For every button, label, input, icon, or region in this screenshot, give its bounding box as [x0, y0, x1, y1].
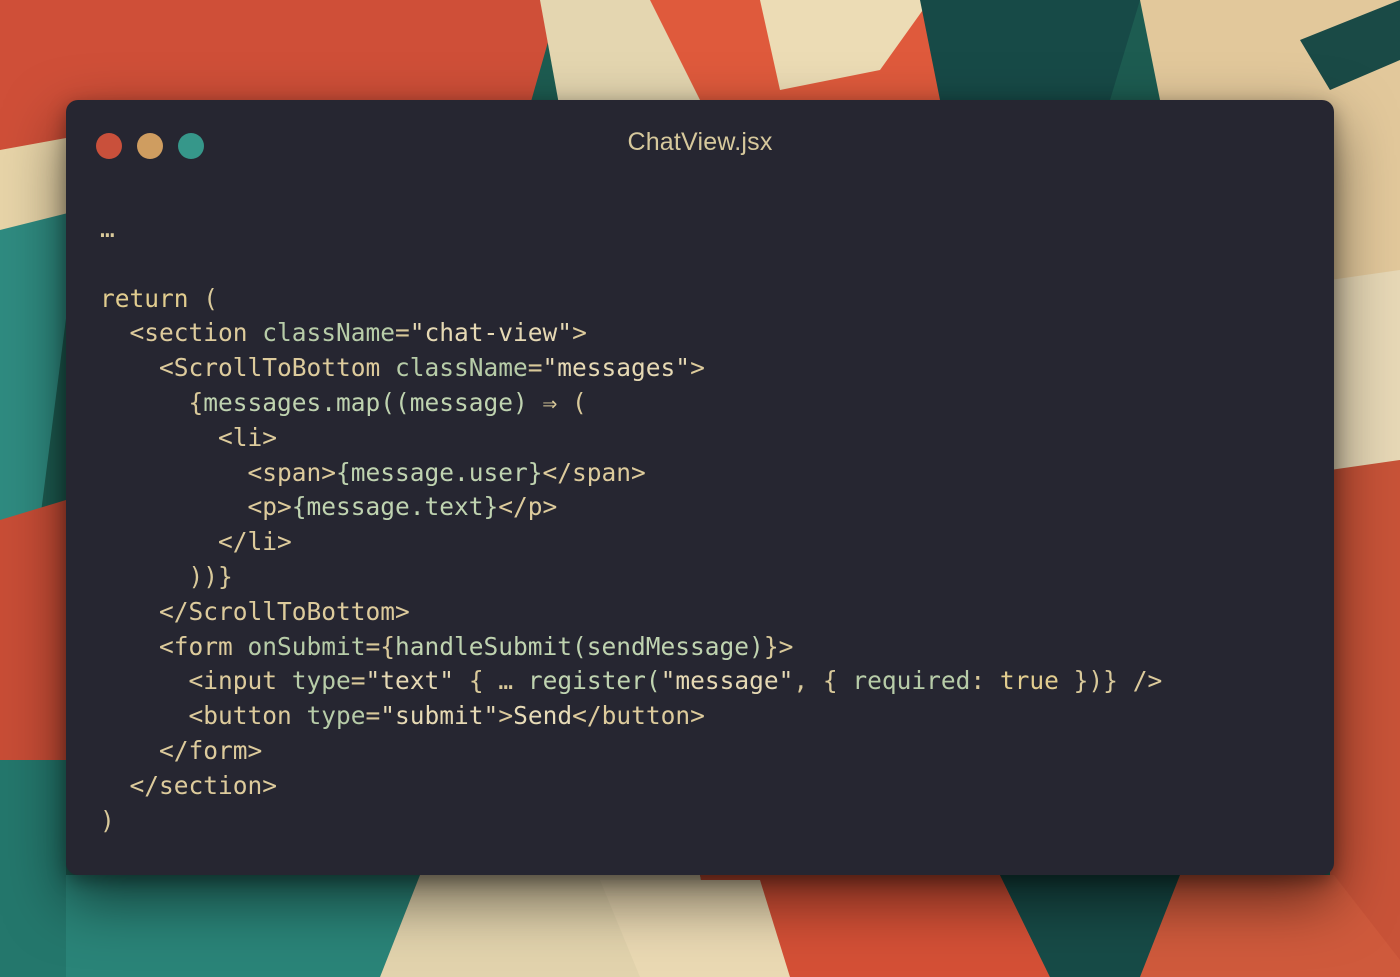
code-token: >	[572, 318, 587, 348]
code-token: </li>	[100, 527, 292, 557]
code-token: <span>	[100, 457, 337, 487]
code-token: =	[365, 701, 381, 731]
code-token: { …	[454, 666, 528, 696]
code-token: <input	[100, 666, 292, 696]
code-token: </span>	[542, 457, 646, 487]
code-line: {messages.map((message) ⇒ (	[100, 386, 1162, 421]
code-token: className	[395, 353, 528, 383]
code-token: register(	[527, 666, 661, 696]
code-token: "submit"	[380, 701, 499, 731]
code-line: </ScrollToBottom>	[100, 595, 1162, 630]
code-token: Send	[513, 701, 573, 731]
code-token: ={	[365, 631, 396, 661]
code-token: true	[999, 666, 1059, 696]
code-block: … return ( <section className="chat-view"…	[100, 212, 1162, 838]
code-line: <span>{message.user}</span>	[100, 456, 1162, 491]
code-token: "chat-view"	[409, 318, 573, 348]
code-token: {message.text}	[291, 492, 499, 522]
code-line: )	[100, 804, 1162, 839]
code-line: <form onSubmit={handleSubmit(sendMessage…	[100, 630, 1162, 665]
code-token: {message.user}	[336, 457, 543, 487]
code-token: , {	[793, 666, 853, 696]
window-title: ChatView.jsx	[627, 128, 773, 156]
code-token: ⇒	[542, 387, 558, 417]
code-window: ChatView.jsx … return ( <section classNam…	[66, 100, 1334, 875]
code-line: </form>	[100, 734, 1162, 769]
code-token: </p>	[498, 492, 558, 522]
code-line: ))}	[100, 560, 1162, 595]
code-token: return	[100, 283, 189, 313]
code-token: =	[350, 666, 366, 696]
code-token: (	[557, 387, 587, 417]
code-line: <input type="text" { … register("message…	[100, 664, 1163, 699]
code-token: )	[100, 805, 115, 835]
code-token: type	[291, 666, 351, 696]
code-token: …	[100, 214, 115, 243]
code-token: }>	[763, 631, 794, 661]
code-token: <li>	[100, 422, 278, 452]
code-token: <button	[100, 701, 307, 731]
code-token: type	[306, 701, 366, 731]
code-token: =	[395, 318, 410, 348]
code-token: "message"	[660, 666, 794, 696]
code-token: ))}	[100, 561, 233, 591]
code-token: onSubmit	[247, 631, 366, 661]
code-token: <form	[100, 631, 248, 661]
code-token: })}	[1058, 666, 1133, 696]
code-token: (	[188, 283, 219, 313]
code-token: </button>	[572, 701, 705, 731]
code-line: <ScrollToBottom className="messages">	[100, 351, 1162, 386]
code-line: <p>{message.text}</p>	[100, 490, 1162, 525]
code-token: "messages"	[542, 353, 691, 383]
code-token: </ScrollToBottom>	[100, 596, 410, 626]
code-token: messages.map((message)	[203, 387, 543, 417]
code-token: =	[527, 353, 543, 383]
code-line: <li>	[100, 421, 1162, 456]
code-token: className	[262, 318, 396, 348]
code-token: >	[498, 701, 514, 731]
code-token: <section	[100, 318, 263, 348]
code-token: </section>	[100, 770, 278, 800]
code-token: {	[100, 387, 204, 417]
code-line: …	[100, 212, 1162, 247]
code-line: </section>	[100, 769, 1162, 804]
code-line: </li>	[100, 525, 1162, 560]
code-token: required	[852, 666, 971, 696]
code-token: :	[970, 666, 1000, 696]
code-token: handleSubmit(sendMessage)	[395, 631, 764, 661]
code-token: <ScrollToBottom	[100, 353, 396, 383]
code-line: <section className="chat-view">	[100, 316, 1162, 351]
code-token: >	[690, 353, 705, 383]
code-token: </form>	[100, 735, 263, 765]
code-line: <button type="submit">Send</button>	[100, 699, 1162, 734]
code-token: />	[1132, 666, 1163, 696]
window-titlebar: ChatView.jsx	[66, 100, 1334, 190]
code-token: <p>	[100, 492, 292, 522]
code-line: return (	[100, 282, 1162, 317]
code-token: "text"	[365, 666, 455, 696]
